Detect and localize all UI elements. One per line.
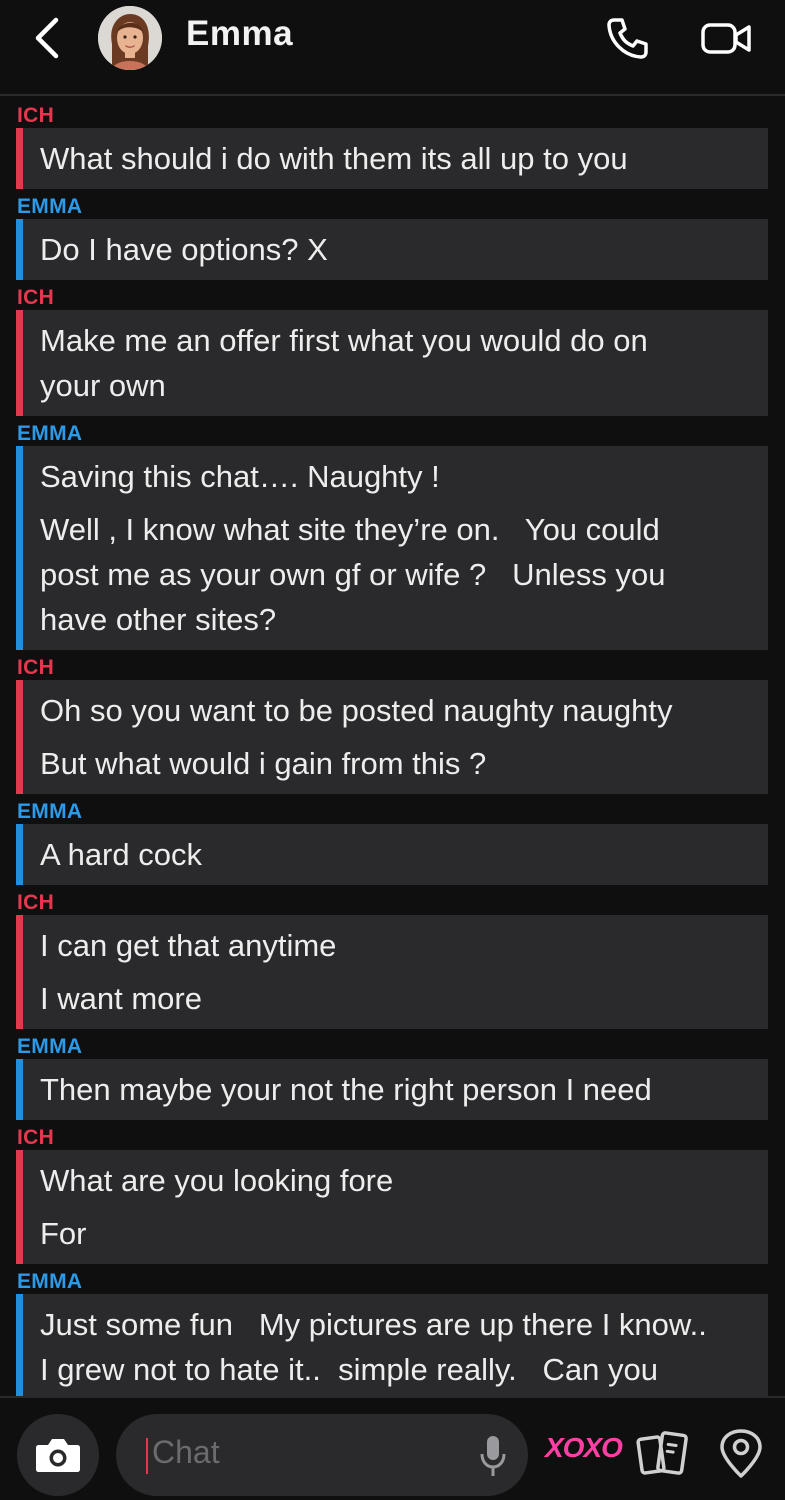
cards-button[interactable] [636, 1428, 690, 1478]
chat-input[interactable]: Chat [116, 1414, 528, 1496]
received-message[interactable]: A hard cock [16, 824, 768, 885]
message-text: Well , I know what site they’re on. You … [40, 512, 666, 637]
location-pin-icon [720, 1429, 762, 1478]
sent-message[interactable]: Make me an offer first what you would do… [16, 310, 768, 416]
cards-icon [636, 1431, 688, 1475]
sent-message[interactable]: What should i do with them its all up to… [16, 128, 768, 189]
sender-label: EMMA [17, 1035, 83, 1058]
received-message[interactable]: Do I have options? X [16, 219, 768, 280]
back-button[interactable] [28, 16, 68, 60]
sender-label: EMMA [17, 422, 83, 445]
video-camera-icon [701, 23, 751, 54]
video-call-button[interactable] [700, 18, 754, 58]
sender-label: ICH [17, 104, 55, 127]
received-message[interactable]: Then maybe your not the right person I n… [16, 1059, 768, 1120]
message-text: Saving this chat…. Naughty ! [40, 459, 440, 494]
sender-label: ICH [17, 891, 55, 914]
received-message[interactable]: Just some fun My pictures are up there I… [16, 1294, 768, 1396]
sent-message[interactable]: What are you looking fore For [16, 1150, 768, 1264]
message-text: A hard cock [40, 837, 202, 872]
message-text: What are you looking fore [40, 1163, 394, 1198]
voice-note-button[interactable] [478, 1434, 508, 1478]
sent-message[interactable]: Oh so you want to be posted naughty naug… [16, 680, 768, 794]
message-text: Do I have options? X [40, 232, 328, 267]
message-text: I want more [40, 981, 202, 1016]
text-caret [146, 1438, 148, 1474]
avatar-icon [98, 6, 162, 70]
message-text: But what would i gain from this ? [40, 746, 487, 781]
message-text: I can get that anytime [40, 928, 337, 963]
contact-name[interactable]: Emma [186, 14, 293, 54]
sender-label: ICH [17, 1126, 55, 1149]
back-chevron-icon [35, 17, 59, 59]
chat-header: Emma [0, 0, 785, 96]
sender-label: EMMA [17, 195, 83, 218]
message-text: For [40, 1216, 87, 1251]
xoxo-button[interactable]: XOXO [545, 1432, 623, 1464]
message-text: Just some fun My pictures are up there I… [40, 1307, 707, 1387]
sent-message[interactable]: I can get that anytime I want more [16, 915, 768, 1029]
location-button[interactable] [716, 1428, 766, 1480]
voice-call-button[interactable] [604, 14, 652, 62]
sender-label: EMMA [17, 1270, 83, 1293]
phone-icon [607, 18, 648, 59]
sender-label: EMMA [17, 800, 83, 823]
contact-avatar[interactable] [98, 6, 162, 70]
chat-input-placeholder: Chat [152, 1434, 220, 1470]
sender-label: ICH [17, 656, 55, 679]
message-list[interactable]: ICH What should i do with them its all up… [0, 98, 785, 1396]
sender-label: ICH [17, 286, 55, 309]
composer-bar: Chat XOXO [0, 1396, 785, 1500]
message-text: What should i do with them its all up to… [40, 141, 628, 176]
camera-icon [36, 1439, 80, 1472]
message-text: Oh so you want to be posted naughty naug… [40, 693, 673, 728]
message-text: Then maybe your not the right person I n… [40, 1072, 652, 1107]
message-text: Make me an offer first what you would do… [40, 323, 648, 403]
received-message[interactable]: Saving this chat…. Naughty ! Well , I kno… [16, 446, 768, 650]
camera-button[interactable] [17, 1414, 99, 1496]
microphone-icon [480, 1436, 506, 1476]
